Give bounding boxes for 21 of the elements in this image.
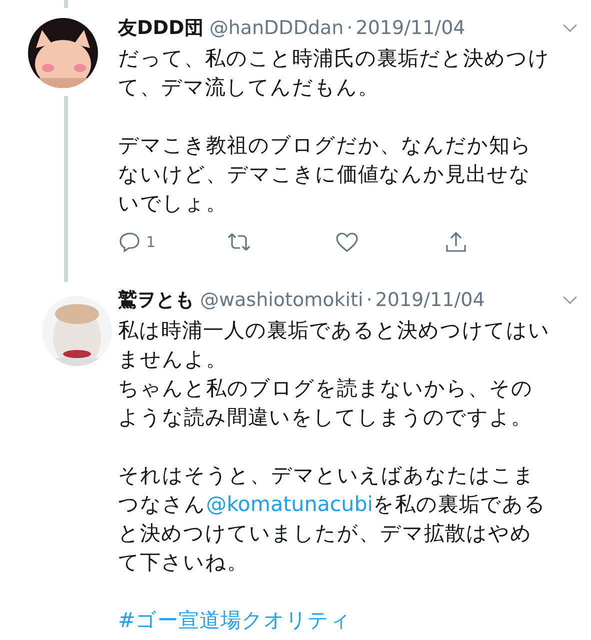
heart-icon[interactable] [335,230,359,254]
tweet-date: 2019/11/04 [375,288,485,313]
tweet-text: ちゃんと私のブログを読まないから、そのような読み間違いをしてしまうのですよ。 [118,375,534,431]
tweet-text: それはそうと、デマといえばあなたはこまつなさん@komatunacubiを私の裏垢であると決めつけていましたが、デマ拡散はやめて下さいね。 [118,462,548,576]
tweet-text: 私は時浦一人の裏垢であると決めつけてはいませんよ。 [118,317,551,373]
hashtag-link[interactable]: #ゴー宣道場クオリティ [118,608,352,632]
user-handle: @washiotomokiti [200,288,364,313]
separator-dot: · [366,288,372,313]
mention-link[interactable]: @komatunacubi [206,492,374,516]
reply-count: 1 [146,233,156,251]
display-name: 友DDD団 [118,16,204,41]
reply-icon[interactable] [118,230,142,254]
separator-dot: · [346,16,353,41]
share-icon[interactable] [444,230,468,254]
user-handle: @hanDDDdan [209,16,344,41]
tweet-text: だって、私のこと時浦氏の裏垢だと決めつけて、デマ流してんだもん。 [118,45,551,101]
display-name: 鷲ヲとも [118,288,194,313]
chevron-down-icon[interactable] [562,23,578,33]
tweet-text: デマこき教祖のブログだか、なんだか知らないけど、デマこきに価値なんか見出せないでしょ。 [118,132,533,217]
chevron-down-icon[interactable] [562,295,578,305]
tweet-date: 2019/11/04 [356,16,466,41]
